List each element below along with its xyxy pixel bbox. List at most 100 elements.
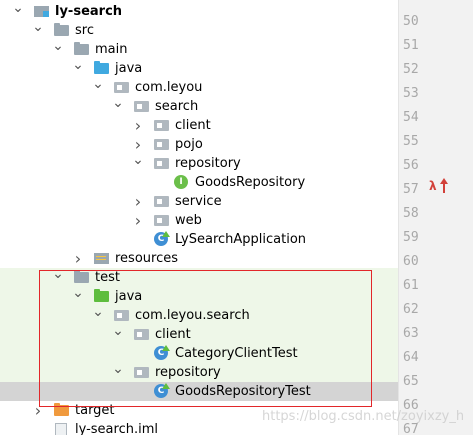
tree-row-label: ly-search.iml	[75, 422, 158, 435]
tree-row[interactable]: I GoodsRepository	[0, 173, 398, 192]
tree-row[interactable]: ⌄ test	[0, 267, 398, 287]
line-number: 55	[403, 134, 419, 149]
line-number: 53	[403, 86, 419, 101]
line-number: 65	[403, 374, 419, 389]
chevron-down-icon[interactable]: ⌄	[32, 20, 44, 40]
tree-row[interactable]: ⌄ main	[0, 39, 398, 59]
chevron-down-icon[interactable]: ⌄	[92, 77, 104, 97]
package-icon	[134, 366, 150, 379]
chevron-down-icon[interactable]: ⌄	[112, 324, 124, 344]
tree-row-label: test	[95, 270, 120, 285]
tree-row-label: src	[75, 23, 94, 38]
iml-file-icon	[54, 423, 70, 435]
source-folder-icon	[94, 61, 110, 75]
tree-row-label: pojo	[175, 137, 203, 152]
tree-row[interactable]: › client	[0, 116, 398, 135]
tree-row-label: service	[175, 194, 222, 209]
tree-row-label: LySearchApplication	[175, 232, 307, 247]
folder-icon	[54, 23, 70, 37]
tree-row-label: java	[115, 289, 143, 304]
folder-icon	[74, 270, 90, 284]
chevron-right-icon[interactable]: ›	[132, 192, 144, 211]
tree-row-label: GoodsRepository	[195, 175, 306, 190]
tree-row-label: client	[155, 327, 191, 342]
line-number: 62	[403, 302, 419, 317]
tree-row-label: web	[175, 213, 202, 228]
chevron-down-icon[interactable]: ⌄	[92, 305, 104, 325]
tree-row-label: CategoryClientTest	[175, 346, 298, 361]
tree-row[interactable]: ⌄ com.leyou	[0, 77, 398, 97]
chevron-down-icon[interactable]: ⌄	[72, 58, 84, 78]
chevron-right-icon[interactable]: ›	[72, 249, 84, 268]
package-icon	[154, 157, 170, 170]
line-number: 56	[403, 158, 419, 173]
chevron-down-icon[interactable]: ⌄	[132, 153, 144, 173]
tree-row-label: main	[95, 42, 128, 57]
line-number: 60	[403, 254, 419, 269]
tree-row-label: repository	[175, 156, 241, 171]
tree-row-label: resources	[115, 251, 179, 266]
tree-row-label: search	[155, 99, 199, 114]
line-number: 54	[403, 110, 419, 125]
test-source-folder-icon	[94, 289, 110, 303]
package-icon	[114, 309, 130, 322]
test-class-icon: C	[154, 383, 170, 398]
line-number: 58	[403, 206, 419, 221]
tree-row[interactable]: C CategoryClientTest	[0, 344, 398, 363]
module-folder-icon	[34, 5, 50, 18]
tree-row[interactable]: ⌄ ly-search	[0, 1, 398, 21]
chevron-right-icon[interactable]: ›	[132, 116, 144, 135]
watermark: https://blog.csdn.net/zoyixzy_h	[262, 409, 465, 424]
tree-row-label: repository	[155, 365, 221, 380]
tree-row[interactable]: › web	[0, 211, 398, 230]
tree-row[interactable]: ⌄ java	[0, 58, 398, 78]
line-number: 57	[403, 182, 419, 197]
package-icon	[154, 195, 170, 208]
tree-row-label: target	[75, 403, 115, 418]
package-icon	[154, 138, 170, 151]
tree-row[interactable]: ⌄ client	[0, 324, 398, 344]
folder-icon	[74, 42, 90, 56]
chevron-right-icon[interactable]: ›	[132, 211, 144, 230]
tree-row-label: ly-search	[55, 4, 123, 19]
line-number: 52	[403, 62, 419, 77]
project-tree: ⌄ ly-search ⌄ src ⌄ main ⌄ java ⌄ com.leyou ⌄ searc…	[0, 0, 398, 435]
chevron-down-icon[interactable]: ⌄	[112, 362, 124, 382]
chevron-down-icon[interactable]: ⌄	[52, 267, 64, 287]
test-class-icon: C	[154, 345, 170, 360]
chevron-down-icon[interactable]: ⌄	[12, 1, 24, 21]
editor-gutter: λ 50 51 52 53 54 55 56 57 58 59 60 61 62 63 64 65 66 67	[398, 0, 473, 437]
tree-row[interactable]: ⌄ search	[0, 96, 398, 116]
chevron-down-icon[interactable]: ⌄	[112, 96, 124, 116]
line-number: 61	[403, 278, 419, 293]
spring-boot-class-icon: C	[154, 231, 170, 246]
package-icon	[134, 100, 150, 113]
tree-row[interactable]: C GoodsRepositoryTest	[0, 382, 398, 401]
tree-row[interactable]: C LySearchApplication	[0, 230, 398, 249]
chevron-right-icon[interactable]: ›	[32, 401, 44, 420]
tree-row-label: client	[175, 118, 211, 133]
tree-row[interactable]: ⌄ com.leyou.search	[0, 305, 398, 325]
line-number: 50	[403, 14, 419, 29]
tree-row[interactable]: › pojo	[0, 135, 398, 154]
package-icon	[154, 119, 170, 132]
tree-row[interactable]: ⌄ repository	[0, 362, 398, 382]
excluded-folder-icon	[54, 403, 70, 417]
line-number: 63	[403, 326, 419, 341]
tree-row[interactable]: › service	[0, 192, 398, 211]
package-icon	[114, 81, 130, 94]
tree-row-label: GoodsRepositoryTest	[175, 384, 311, 399]
tree-row-label: java	[115, 61, 143, 76]
tree-row-label: com.leyou.search	[135, 308, 250, 323]
tree-row[interactable]: ⌄ repository	[0, 153, 398, 173]
line-number: 64	[403, 350, 419, 365]
interface-icon: I	[174, 175, 190, 189]
resources-folder-icon	[94, 252, 110, 265]
line-number: 59	[403, 230, 419, 245]
tree-row[interactable]: ⌄ java	[0, 286, 398, 306]
tree-row-label: com.leyou	[135, 80, 203, 95]
package-icon	[134, 328, 150, 341]
line-number: 51	[403, 38, 419, 53]
chevron-down-icon[interactable]: ⌄	[72, 286, 84, 306]
chevron-down-icon[interactable]: ⌄	[52, 39, 64, 59]
